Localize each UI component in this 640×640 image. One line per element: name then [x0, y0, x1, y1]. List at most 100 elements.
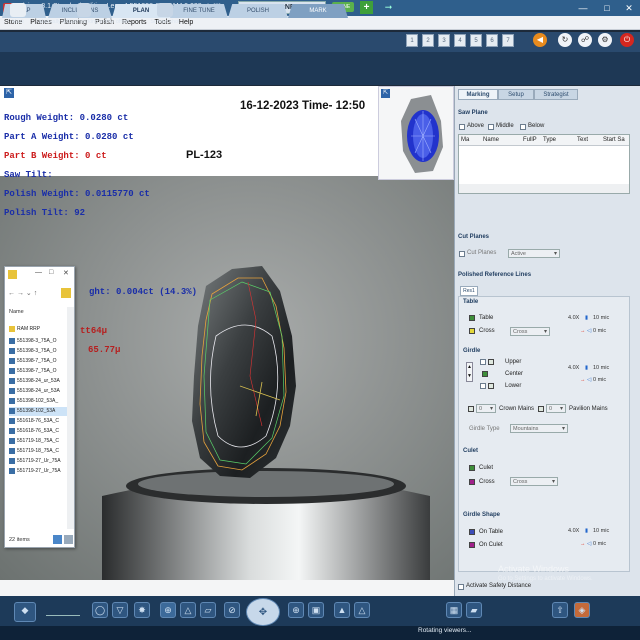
rotate-control-icon[interactable]: ✥	[246, 598, 280, 626]
col-type[interactable]: Type	[543, 137, 556, 143]
res1-tab[interactable]: Res1	[460, 286, 478, 296]
tab-polish[interactable]: POLISH	[228, 4, 288, 18]
explorer-path-icon[interactable]	[61, 288, 71, 298]
crown-mains-swatch[interactable]	[468, 406, 474, 412]
maximize-icon[interactable]: □	[596, 0, 618, 16]
cut-planes-select[interactable]: Active	[508, 249, 560, 258]
refresh-icon[interactable]: ↻	[558, 33, 572, 47]
explorer-minimize-icon[interactable]: —	[35, 269, 42, 276]
export-up-icon[interactable]: ⇧	[552, 602, 568, 618]
middle-checkbox[interactable]	[488, 124, 494, 130]
multi-view-icon[interactable]: ▦	[446, 602, 462, 618]
cross-color-swatch[interactable]	[469, 328, 475, 334]
explorer-maximize-icon[interactable]: □	[49, 269, 53, 276]
power-icon[interactable]: ⏻	[620, 33, 634, 47]
list-item[interactable]: 551618-76_53A_C	[9, 427, 59, 436]
list-item[interactable]: 551719-18_75A_C	[9, 437, 59, 446]
on-culet-swatch[interactable]	[469, 542, 475, 548]
pavilion-view-icon[interactable]: △	[180, 602, 196, 618]
zoom-in-icon[interactable]: ⊕	[288, 602, 304, 618]
tab-setup[interactable]: Setup	[498, 89, 534, 100]
gem-facet-view-icon[interactable]: ✸	[134, 602, 150, 618]
col-start-saw[interactable]: Start Sa	[603, 137, 625, 143]
pavilion-mains-swatch[interactable]	[538, 406, 544, 412]
align-view-icon[interactable]: ⊕	[160, 602, 176, 618]
stone-3d-thumbnail[interactable]: ⇱	[378, 86, 454, 180]
add-stone-button[interactable]: +	[360, 1, 373, 14]
gem-top-view-icon[interactable]: ◯	[92, 602, 108, 618]
col-name[interactable]: Name	[483, 137, 499, 143]
brightness-slider[interactable]	[46, 604, 80, 616]
view-button-3[interactable]: 3	[438, 34, 450, 47]
details-view-icon[interactable]	[53, 535, 62, 544]
saw-table-scrollbar[interactable]	[459, 184, 629, 193]
pavilion-mains-count[interactable]: 0	[546, 404, 566, 413]
view-button-1[interactable]: 1	[406, 34, 418, 47]
list-item[interactable]: 551719-27_Ur_75A	[9, 467, 61, 476]
cross-type-select[interactable]: Cross	[510, 327, 550, 336]
list-item[interactable]: 551398-24_ur_53A	[9, 387, 60, 396]
stone-view-icon[interactable]: ◆	[14, 602, 36, 622]
minimize-icon[interactable]: —	[572, 0, 594, 16]
above-checkbox[interactable]	[459, 124, 465, 130]
navigate-arrows-icon[interactable]: ◀	[533, 33, 547, 47]
lower-color-swatch[interactable]	[488, 383, 494, 389]
explorer-scrollbar[interactable]	[67, 307, 74, 529]
view-button-5[interactable]: 5	[470, 34, 482, 47]
print-view-icon[interactable]: ▰	[466, 602, 482, 618]
list-item[interactable]: 551618-76_53A_C	[9, 417, 59, 426]
hide-layer-icon[interactable]: ⊘	[224, 602, 240, 618]
center-checked-swatch[interactable]	[482, 371, 488, 377]
girdle-order-stepper[interactable]: ▲ ▼	[466, 362, 473, 382]
col-ma[interactable]: Ma	[461, 137, 469, 143]
crown-view-icon[interactable]: ▱	[200, 602, 216, 618]
culet-cross-select[interactable]: Cross	[510, 477, 558, 486]
tab-marking[interactable]: Marking	[458, 89, 498, 100]
manual-offset-button[interactable]: Manually adjust marking points offset	[32, 2, 136, 32]
col-fullp[interactable]: FullP	[523, 137, 537, 143]
list-item[interactable]: 551719-27_Ur_75A	[9, 457, 61, 466]
safety-distance-checkbox[interactable]	[458, 584, 464, 590]
below-checkbox[interactable]	[520, 124, 526, 130]
list-item[interactable]: 551398-7_75A_O	[9, 357, 56, 366]
cut-planes-checkbox[interactable]	[459, 251, 465, 257]
thumbnail-expand-icon[interactable]: ⇱	[381, 89, 390, 98]
list-item[interactable]: 551398-3_75A_O	[9, 337, 56, 346]
explorer-close-icon[interactable]: ✕	[63, 269, 69, 277]
view-button-2[interactable]: 2	[422, 34, 434, 47]
girdle-type-select[interactable]: Mountains	[510, 424, 568, 433]
list-item[interactable]: 551398-102_53A_	[9, 397, 58, 406]
culet-color-swatch[interactable]	[469, 465, 475, 471]
col-text[interactable]: Text	[577, 137, 588, 143]
eject-view-icon[interactable]: ▲	[334, 602, 350, 618]
list-item[interactable]: 551398-24_ur_53A	[9, 377, 60, 386]
on-table-swatch[interactable]	[469, 529, 475, 535]
upper-color-swatch[interactable]	[488, 359, 494, 365]
upper-checkbox[interactable]	[480, 359, 486, 365]
report-icon[interactable]: ◈	[574, 602, 590, 618]
file-explorer-window[interactable]: — □ ✕ ← → ⌄ ↑ Name RAM RRP 551398-3_75A_…	[4, 266, 75, 548]
settings-gear-icon[interactable]: ⚙	[598, 33, 612, 47]
lower-view-icon[interactable]: △	[354, 602, 370, 618]
crown-mains-count[interactable]: 0	[476, 404, 496, 413]
link-icon[interactable]: ☍	[578, 33, 592, 47]
culet-cross-swatch[interactable]	[469, 479, 475, 485]
saw-plane-table[interactable]: Ma Name FullP Type Text Start Sa	[458, 134, 630, 194]
view-button-4[interactable]: 4	[454, 34, 466, 47]
viewer-expand-icon[interactable]: ⇱	[4, 88, 14, 98]
tab-mark[interactable]: MARK	[288, 4, 348, 18]
list-item[interactable]: 551398-3_75A_O	[9, 347, 56, 356]
explorer-nav-arrows[interactable]: ← → ⌄ ↑	[8, 289, 37, 297]
view-button-6[interactable]: 6	[486, 34, 498, 47]
zoom-fit-icon[interactable]: ▣	[308, 602, 324, 618]
close-icon[interactable]: ✕	[618, 0, 640, 16]
list-item[interactable]: 551398-7_75A_O	[9, 367, 56, 376]
tiles-view-icon[interactable]	[64, 535, 73, 544]
explorer-folder-item[interactable]: RAM RRP	[9, 325, 40, 334]
list-item-selected[interactable]: 551398-102_53A	[9, 407, 69, 416]
gem-side-view-icon[interactable]: ▽	[112, 602, 128, 618]
explorer-name-header[interactable]: Name	[9, 309, 24, 315]
mark-tool-button[interactable]: Mark	[8, 2, 28, 32]
tab-strategist[interactable]: Strategist	[534, 89, 578, 100]
screenshot-button[interactable]: Screen shot	[146, 2, 184, 32]
